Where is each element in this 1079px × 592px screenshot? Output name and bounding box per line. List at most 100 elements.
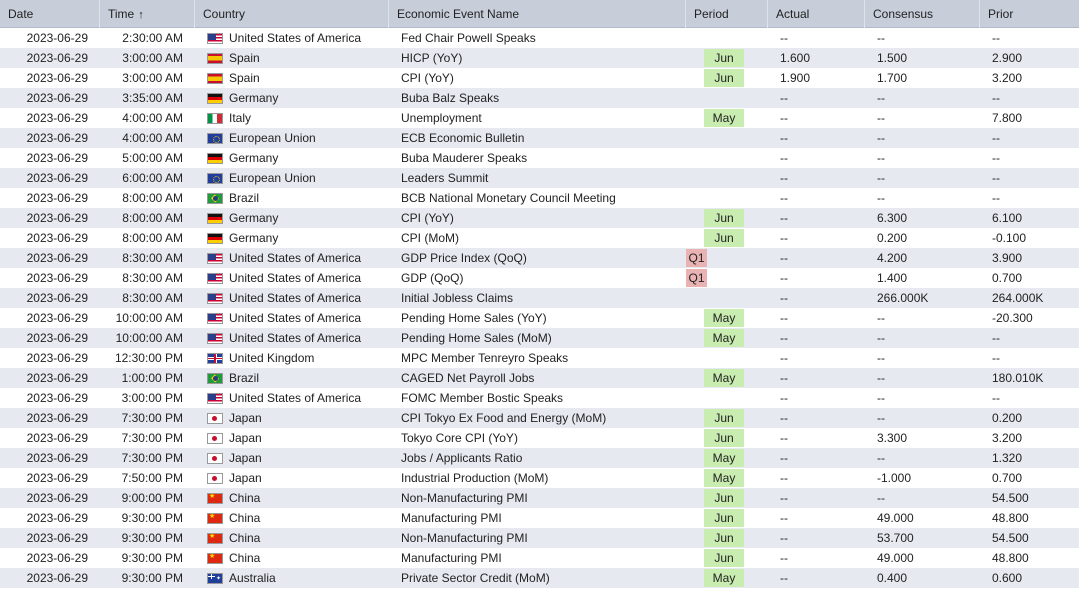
it-flag-icon <box>207 112 223 124</box>
column-header-time[interactable]: Time ↑ <box>100 0 195 28</box>
event-cell: Manufacturing PMI <box>401 551 502 565</box>
consensus-cell: 49.000 <box>877 511 914 525</box>
us-flag-icon <box>207 292 223 304</box>
table-row[interactable]: 2023-06-29 10:00:00 AM United States of Am… <box>0 328 1079 348</box>
time-cell: 4:00:00 AM <box>122 111 183 125</box>
prior-cell: 3.200 <box>992 71 1023 85</box>
table-row[interactable]: 2023-06-29 7:30:00 PM Japan CPI Tokyo Ex Fo… <box>0 408 1079 428</box>
table-row[interactable]: 2023-06-29 7:30:00 PM Japan Tokyo Core CPI … <box>0 428 1079 448</box>
date-cell: 2023-06-29 <box>26 91 88 105</box>
period-cell <box>686 88 768 108</box>
table-row[interactable]: 2023-06-29 12:30:00 PM United Kingdom MPC M… <box>0 348 1079 368</box>
period-badge: Jun <box>704 429 744 447</box>
country-name: China <box>229 511 261 525</box>
table-row[interactable]: 2023-06-29 5:00:00 AM Germany Buba Mauderer… <box>0 148 1079 168</box>
country-cell: Japan <box>195 448 389 468</box>
column-header-period[interactable]: Period <box>686 0 768 28</box>
country-name: Germany <box>229 151 279 165</box>
table-row[interactable]: 2023-06-29 9:30:00 PM Australia Private Sec… <box>0 568 1079 588</box>
date-cell: 2023-06-29 <box>26 271 88 285</box>
country-name: United States of America <box>229 391 362 405</box>
table-row[interactable]: 2023-06-29 9:30:00 PM China Non-Manufacturi… <box>0 528 1079 548</box>
table-row[interactable]: 2023-06-29 4:00:00 AM Italy Unemployment May… <box>0 108 1079 128</box>
period-cell: May <box>686 328 768 348</box>
column-header-date[interactable]: Date <box>0 0 100 28</box>
table-row[interactable]: 2023-06-29 8:00:00 AM Germany CPI (MoM) Jun -… <box>0 228 1079 248</box>
event-cell: Industrial Production (MoM) <box>401 471 549 485</box>
table-row[interactable]: 2023-06-29 2:30:00 AM United States of Ame… <box>0 28 1079 48</box>
prior-cell: 48.800 <box>992 551 1029 565</box>
country-cell: Spain <box>195 48 389 68</box>
consensus-cell: -- <box>877 351 885 365</box>
country-cell: United States of America <box>195 388 389 408</box>
event-cell: ECB Economic Bulletin <box>401 131 525 145</box>
table-row[interactable]: 2023-06-29 3:00:00 AM Spain CPI (YoY) Jun 1.9… <box>0 68 1079 88</box>
actual-cell: -- <box>780 331 788 345</box>
table-row[interactable]: 2023-06-29 8:30:00 AM United States of Ame… <box>0 288 1079 308</box>
prior-cell: 48.800 <box>992 511 1029 525</box>
period-cell: Jun <box>686 548 768 568</box>
event-cell: HICP (YoY) <box>401 51 463 65</box>
country-cell: Germany <box>195 88 389 108</box>
event-cell: Pending Home Sales (YoY) <box>401 311 547 325</box>
table-row[interactable]: 2023-06-29 6:00:00 AM European Union Leader… <box>0 168 1079 188</box>
table-row[interactable]: 2023-06-29 8:30:00 AM United States of Ame… <box>0 248 1079 268</box>
country-cell: China <box>195 488 389 508</box>
table-row[interactable]: 2023-06-29 3:00:00 PM United States of Ame… <box>0 388 1079 408</box>
table-row[interactable]: 2023-06-29 8:00:00 AM Brazil BCB National M… <box>0 188 1079 208</box>
country-name: European Union <box>229 171 316 185</box>
table-row[interactable]: 2023-06-29 10:00:00 AM United States of Am… <box>0 308 1079 328</box>
country-cell: United States of America <box>195 28 389 48</box>
event-cell: Buba Balz Speaks <box>401 91 500 105</box>
table-row[interactable]: 2023-06-29 1:00:00 PM Brazil CAGED Net Payr… <box>0 368 1079 388</box>
period-badge: May <box>704 309 744 327</box>
date-cell: 2023-06-29 <box>26 411 88 425</box>
table-row[interactable]: 2023-06-29 9:30:00 PM China Manufacturing P… <box>0 548 1079 568</box>
table-row[interactable]: 2023-06-29 9:00:00 PM China Non-Manufacturi… <box>0 488 1079 508</box>
prior-cell: 0.600 <box>992 571 1023 585</box>
table-row[interactable]: 2023-06-29 8:00:00 AM Germany CPI (YoY) Jun -… <box>0 208 1079 228</box>
column-header-country[interactable]: Country <box>195 0 389 28</box>
date-cell: 2023-06-29 <box>26 131 88 145</box>
date-cell: 2023-06-29 <box>26 211 88 225</box>
table-row[interactable]: 2023-06-29 9:30:00 PM China Manufacturing P… <box>0 508 1079 528</box>
consensus-cell: -- <box>877 191 885 205</box>
prior-cell: 7.800 <box>992 111 1023 125</box>
period-badge: Jun <box>704 509 744 527</box>
prior-cell: -- <box>992 171 1000 185</box>
period-cell <box>686 388 768 408</box>
column-header-actual[interactable]: Actual <box>768 0 865 28</box>
period-badge: Jun <box>704 69 744 87</box>
time-cell: 7:30:00 PM <box>121 431 183 445</box>
table-row[interactable]: 2023-06-29 4:00:00 AM European Union ECB Ec… <box>0 128 1079 148</box>
actual-cell: -- <box>780 91 788 105</box>
table-row[interactable]: 2023-06-29 3:00:00 AM Spain HICP (YoY) Jun 1.… <box>0 48 1079 68</box>
column-header-consensus[interactable]: Consensus <box>865 0 980 28</box>
country-cell: Australia <box>195 568 389 588</box>
time-cell: 8:30:00 AM <box>122 291 183 305</box>
period-cell: Jun <box>686 508 768 528</box>
event-cell: CPI (YoY) <box>401 211 454 225</box>
event-cell: Non-Manufacturing PMI <box>401 531 528 545</box>
table-row[interactable]: 2023-06-29 8:30:00 AM United States of Ame… <box>0 268 1079 288</box>
country-name: United States of America <box>229 311 362 325</box>
consensus-cell: -- <box>877 391 885 405</box>
event-cell: CAGED Net Payroll Jobs <box>401 371 535 385</box>
prior-cell: -- <box>992 331 1000 345</box>
period-cell: Q1 <box>686 248 768 268</box>
table-row[interactable]: 2023-06-29 3:35:00 AM Germany Buba Balz Spe… <box>0 88 1079 108</box>
country-cell: Brazil <box>195 188 389 208</box>
period-cell <box>686 288 768 308</box>
table-row[interactable]: 2023-06-29 7:30:00 PM Japan Jobs / Applican… <box>0 448 1079 468</box>
event-cell: CPI Tokyo Ex Food and Energy (MoM) <box>401 411 607 425</box>
event-cell: CPI (MoM) <box>401 231 459 245</box>
jp-flag-icon <box>207 452 223 464</box>
column-header-event[interactable]: Economic Event Name <box>389 0 686 28</box>
table-row[interactable]: 2023-06-29 7:50:00 PM Japan Industrial Prod… <box>0 468 1079 488</box>
country-cell: United States of America <box>195 308 389 328</box>
event-cell: FOMC Member Bostic Speaks <box>401 391 564 405</box>
column-header-prior[interactable]: Prior <box>980 0 1079 28</box>
actual-cell: -- <box>780 291 788 305</box>
grid-header: Date Time ↑ Country Economic Event Name P… <box>0 0 1079 28</box>
prior-cell: 0.700 <box>992 271 1023 285</box>
